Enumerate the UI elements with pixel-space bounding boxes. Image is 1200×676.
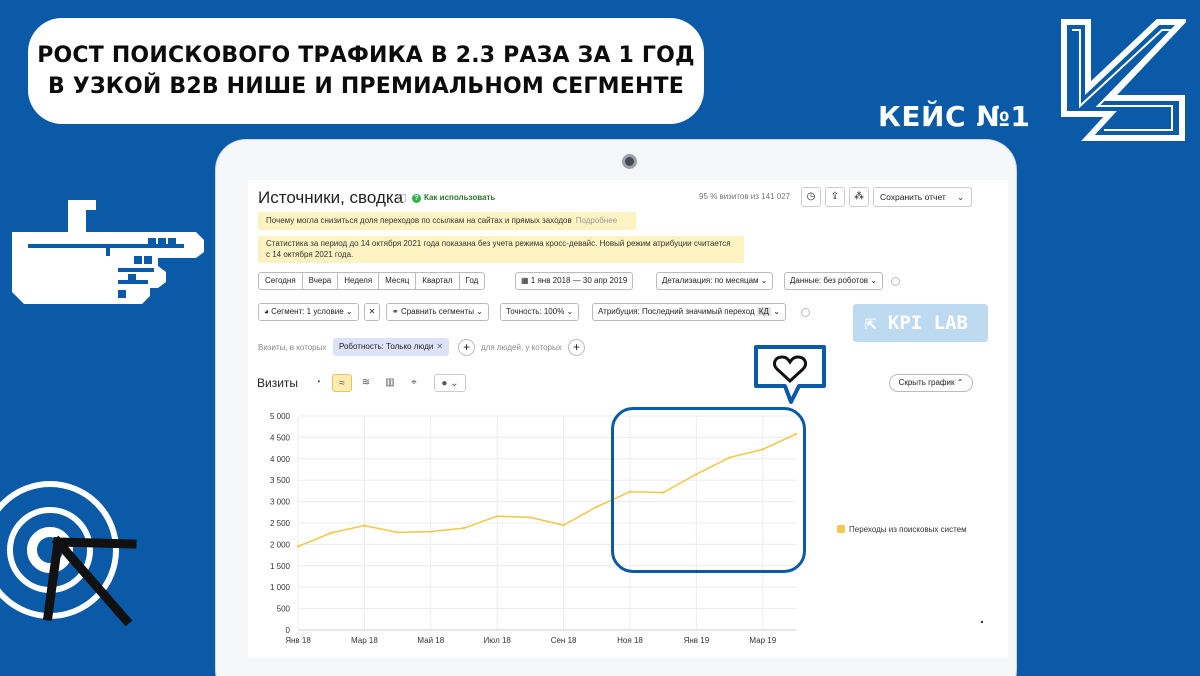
y-tick-label: 0 bbox=[286, 626, 291, 635]
y-tick-label: 1 500 bbox=[270, 562, 291, 571]
data-point bbox=[462, 526, 466, 530]
x-tick-label: Мар 19 bbox=[749, 636, 776, 645]
data-point bbox=[330, 531, 333, 535]
heart-speech-bubble-icon bbox=[754, 345, 826, 404]
y-tick-label: 500 bbox=[277, 605, 291, 614]
y-tick-label: 3 500 bbox=[270, 476, 291, 485]
y-tick-label: 2 000 bbox=[270, 540, 291, 549]
data-point bbox=[429, 530, 432, 533]
x-tick-label: Ноя 18 bbox=[617, 636, 643, 645]
x-tick-label: Июл 18 bbox=[484, 636, 512, 645]
data-point bbox=[496, 514, 499, 518]
data-point bbox=[529, 516, 532, 519]
x-tick-label: Май 18 bbox=[417, 636, 444, 645]
x-tick-label: Сен 18 bbox=[551, 636, 577, 645]
y-tick-label: 5 000 bbox=[270, 412, 291, 421]
y-tick-label: 1 000 bbox=[270, 583, 291, 592]
data-point bbox=[363, 524, 366, 527]
data-point bbox=[562, 523, 565, 527]
x-tick-label: Янв 19 bbox=[684, 636, 710, 645]
x-tick-label: Янв 18 bbox=[285, 636, 311, 645]
growth-highlight-frame bbox=[611, 407, 806, 573]
dot-marker bbox=[980, 620, 984, 624]
x-tick-label: Мар 18 bbox=[351, 636, 378, 645]
y-tick-label: 4 500 bbox=[270, 433, 291, 442]
y-tick-label: 2 500 bbox=[270, 519, 291, 528]
y-tick-label: 4 000 bbox=[270, 455, 291, 464]
visits-line-chart: 0 500 1 000 1 500 2 000 2 500 3 000 3 500 4 000 4… bbox=[270, 412, 984, 645]
data-point bbox=[595, 505, 598, 508]
data-point bbox=[396, 531, 399, 534]
y-tick-label: 3 000 bbox=[270, 498, 291, 507]
data-point bbox=[296, 545, 300, 548]
